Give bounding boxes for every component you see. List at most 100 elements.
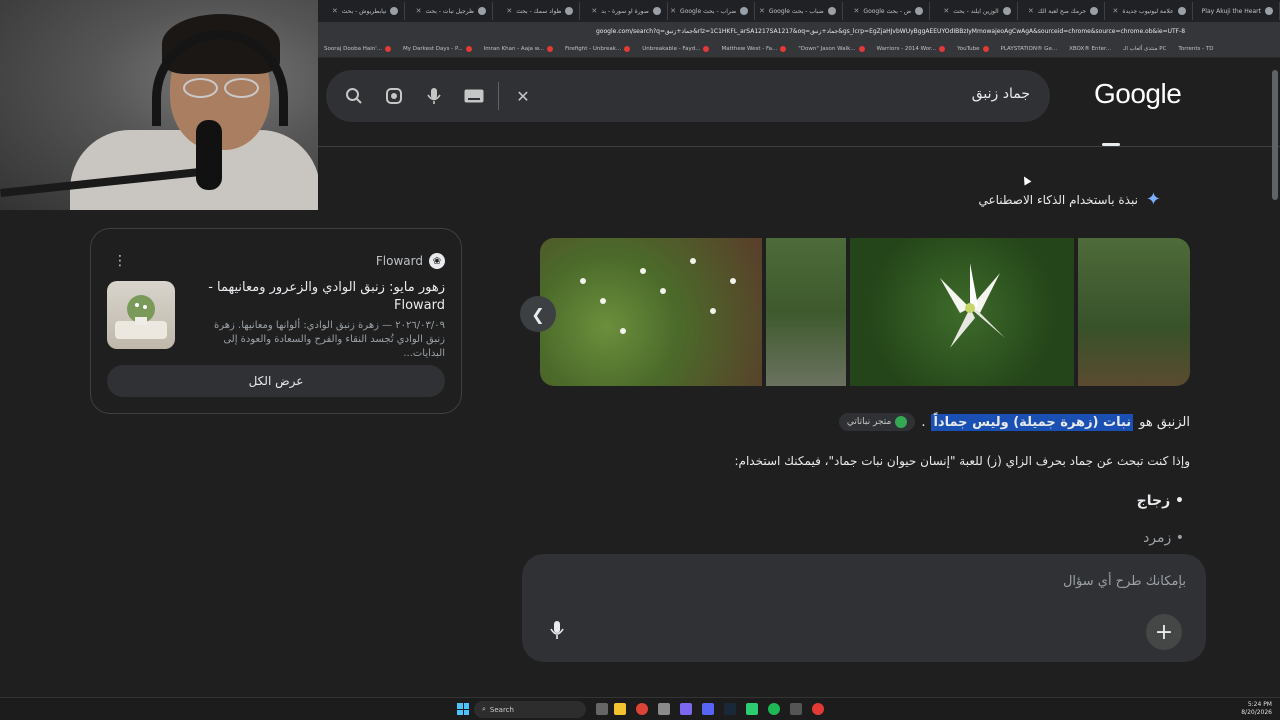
answer-highlight: نبات (زهرة جميلة) وليس جماداً [931, 413, 1134, 431]
browser-tab[interactable]: ضراب - بحث Google ✕ [668, 2, 756, 20]
favicon-icon [477, 7, 486, 15]
bookmark[interactable]: Sooraj Dooba Hain'... [320, 45, 395, 52]
search-query[interactable]: جماد زنبق [972, 86, 1030, 102]
keyboard-icon[interactable] [464, 86, 484, 106]
bookmark[interactable]: XBOX® Enter... [1065, 46, 1115, 52]
add-button[interactable]: + [1146, 614, 1182, 650]
app-icon[interactable] [680, 703, 692, 715]
scrollbar[interactable] [1272, 70, 1278, 200]
browser-tab[interactable]: ظواد سمك - بحث ✕ [493, 2, 581, 20]
ai-answer: الزنبق هو نبات (زهرة جميلة) وليس جماداً … [838, 413, 1190, 431]
close-tab-icon[interactable]: ✕ [670, 7, 676, 15]
favicon-icon [915, 7, 924, 15]
lens-icon[interactable] [384, 86, 404, 106]
youtube-icon [384, 45, 391, 52]
close-tab-icon[interactable]: ✕ [759, 7, 765, 15]
discord-icon[interactable] [702, 703, 714, 715]
favicon-icon [652, 7, 661, 15]
favicon-icon [390, 7, 399, 15]
card-snippet: ٢٠٢٦/٠٣/٠٩ — زهرة زنبق الوادي: ألوانها و… [214, 320, 445, 359]
bookmark[interactable]: Firefight - Unbreak... [561, 45, 634, 52]
bookmark[interactable]: My Darkest Days - P... [399, 45, 476, 52]
card-title[interactable]: زهور مايو: زنبق الوادي والزعرور ومعانيهم… [195, 279, 445, 315]
browser-tab[interactable]: نيابطريوش - بحث ✕ [318, 2, 406, 20]
close-tab-icon[interactable]: ✕ [506, 7, 512, 15]
close-tab-icon[interactable]: ✕ [332, 7, 338, 15]
search-box[interactable]: ✕ جماد زنبق [326, 70, 1050, 122]
card-thumbnail[interactable] [107, 281, 175, 349]
browser-tab-active[interactable]: حرمك صح لعبة الك ✕ [1018, 2, 1106, 20]
bookmark[interactable]: "Down" Jason Walk... [794, 45, 868, 52]
favicon-icon [1177, 7, 1186, 15]
browser-tab[interactable]: ضباب - بحث Google ✕ [755, 2, 843, 20]
ai-overview-label: ✦ نبذة باستخدام الذكاء الاصطناعي [978, 189, 1161, 210]
youtube-icon [465, 45, 472, 52]
bookmark[interactable]: Imran Khan - Aaja w... [480, 45, 557, 52]
voice-search-icon[interactable] [424, 86, 444, 106]
youtube-icon [780, 45, 787, 52]
bookmark[interactable]: Unbreakable - Fayd... [638, 45, 713, 52]
webcam-overlay [0, 0, 318, 210]
bookmark[interactable]: منتدى ألعاب الـ PC [1119, 46, 1170, 52]
browser-tab[interactable]: ض - بحث Google ✕ [843, 2, 931, 20]
carousel-image[interactable] [766, 238, 846, 386]
bookmark[interactable]: Torrents - TD [1174, 46, 1217, 52]
carousel-image[interactable] [850, 238, 1074, 386]
taskbar-clock[interactable]: 5:24 PM 8/20/2026 [1241, 701, 1272, 717]
youtube-icon [546, 45, 553, 52]
carousel-prev-button[interactable]: ❮ [520, 296, 556, 332]
list-item: • زمرد [1143, 530, 1184, 546]
more-options-icon[interactable]: ⋮ [113, 253, 127, 269]
google-logo[interactable]: Google [1094, 78, 1182, 110]
close-tab-icon[interactable]: ✕ [943, 7, 949, 15]
close-tab-icon[interactable]: ✕ [1112, 7, 1118, 15]
ai-answer-line2: وإذا كنت تبحث عن جماد بحرف الزاي (ز) للع… [734, 454, 1190, 468]
browser-tab[interactable]: ظرجيل نبات - بحث ✕ [405, 2, 493, 20]
list-item: • زجاج [1136, 493, 1184, 509]
browser-tab[interactable]: الوزين ايلند - بحث ✕ [930, 2, 1018, 20]
windows-start-icon[interactable] [457, 703, 469, 715]
close-tab-icon[interactable]: ✕ [854, 7, 860, 15]
app-icon[interactable] [746, 703, 758, 715]
url-text[interactable]: google.com/search?q=جماد+زنبق&rlz=1C1HKF… [596, 28, 1185, 35]
browser-tab[interactable]: Play Akuji the Heart [1193, 2, 1280, 20]
sparkle-icon: ✦ [1145, 189, 1161, 210]
close-tab-icon[interactable]: ✕ [591, 7, 597, 15]
chrome-icon[interactable] [636, 703, 648, 715]
favicon-icon [740, 7, 749, 15]
favicon-icon [1264, 7, 1273, 15]
youtube-icon [624, 45, 631, 52]
app-icon[interactable] [658, 703, 670, 715]
bookmark[interactable]: Matthew West - Fa... [717, 45, 790, 52]
header-divider [318, 146, 1280, 147]
task-view-icon[interactable] [596, 703, 608, 715]
source-chip[interactable]: متجر نباتاتي [838, 413, 916, 431]
source-card[interactable]: ⋮ Floward ❀ زهور مايو: زنبق الوادي والزعر… [90, 228, 462, 414]
app-icon[interactable] [790, 703, 802, 715]
bookmark[interactable]: PLAYSTATION® Ge... [997, 46, 1062, 52]
youtube-icon [858, 45, 865, 52]
card-source: Floward ❀ [376, 253, 445, 269]
bookmark[interactable]: YouTube [953, 45, 992, 52]
browser-tab[interactable]: علامة ليوتيوب جديدة ✕ [1105, 2, 1193, 20]
clear-icon[interactable]: ✕ [513, 86, 533, 106]
search-icon[interactable] [344, 86, 364, 106]
taskbar-search[interactable]: ⌕ Search [474, 701, 586, 718]
bookmark[interactable]: Warriors - 2014 Wor... [873, 45, 950, 52]
close-tab-icon[interactable]: ✕ [1028, 7, 1034, 15]
followup-input[interactable]: بإمكانك طرح أي سؤال + [522, 554, 1206, 662]
carousel-image[interactable] [1078, 238, 1190, 386]
favicon-icon [1090, 7, 1099, 15]
file-explorer-icon[interactable] [614, 703, 626, 715]
browser-tab[interactable]: صورة او سورة - بد ✕ [580, 2, 668, 20]
image-carousel [540, 238, 1190, 386]
favicon-icon [565, 7, 574, 15]
close-tab-icon[interactable]: ✕ [416, 7, 422, 15]
carousel-image[interactable] [540, 238, 762, 386]
favicon-icon [1002, 7, 1011, 15]
mic-icon[interactable] [550, 620, 564, 645]
app-icon[interactable] [812, 703, 824, 715]
spotify-icon[interactable] [768, 703, 780, 715]
steam-icon[interactable] [724, 703, 736, 715]
show-all-button[interactable]: عرض الكل [107, 365, 445, 397]
